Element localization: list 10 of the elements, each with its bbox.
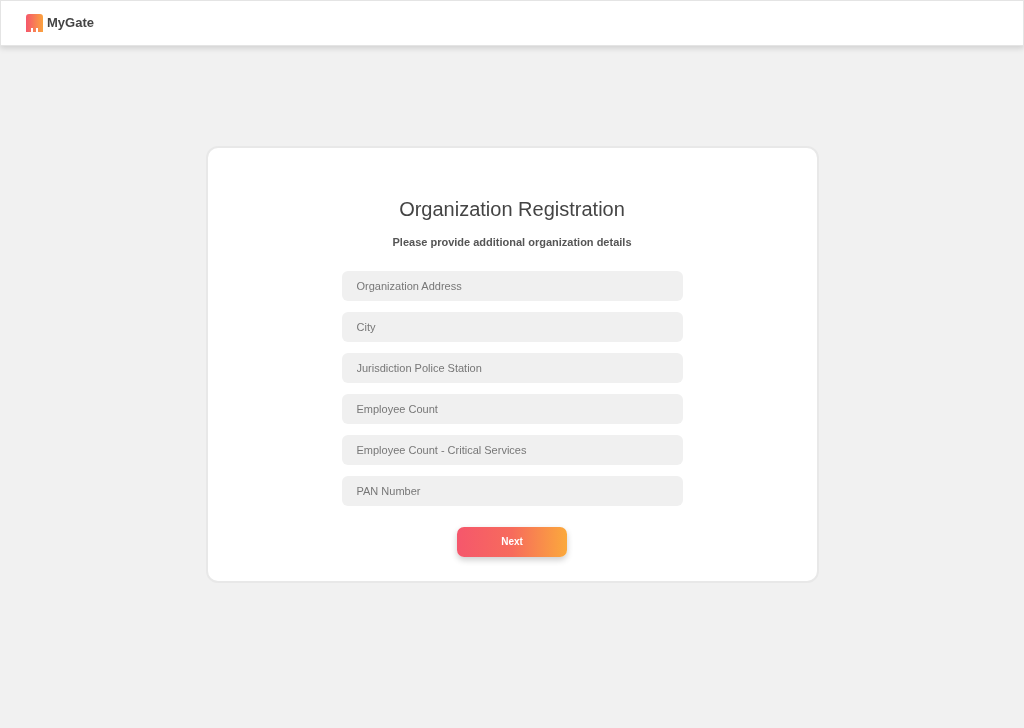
input-field[interactable]: Organization Address (341, 270, 683, 301)
input-field[interactable]: City (341, 311, 683, 342)
input-field[interactable]: Employee Count - Critical Services (341, 434, 683, 465)
input-field[interactable]: Employee Count (341, 393, 683, 424)
brand-name[interactable]: MyGate (47, 13, 94, 33)
logo-icon (26, 14, 43, 32)
form-subtitle: Please provide additional organization details (392, 235, 632, 250)
form-title: Organization Registration (399, 197, 625, 222)
input-field[interactable]: Jurisdiction Police Station (341, 352, 683, 383)
input-field[interactable]: PAN Number (341, 475, 683, 506)
